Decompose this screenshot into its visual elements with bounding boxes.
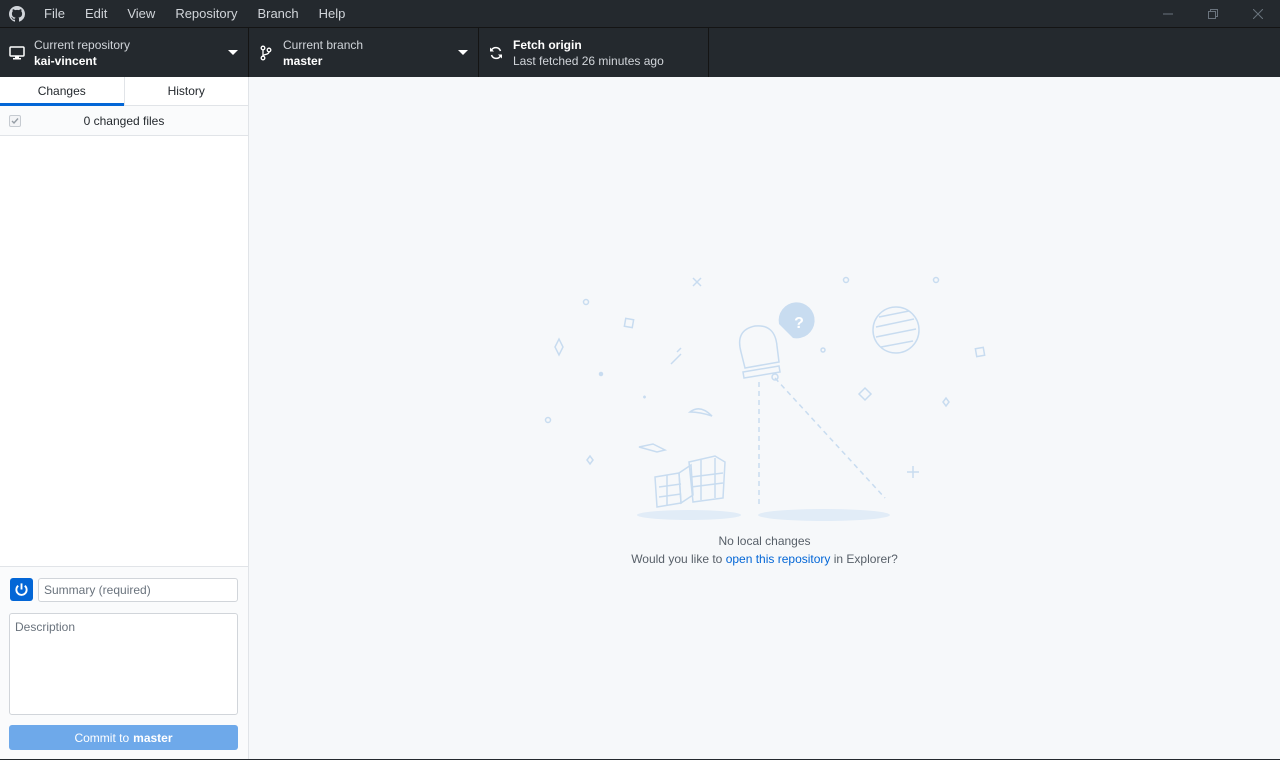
chevron-down-icon bbox=[228, 49, 238, 55]
fetch-origin-title: Fetch origin bbox=[513, 37, 582, 52]
select-all-checkbox[interactable] bbox=[9, 115, 21, 127]
open-repository-link[interactable]: open this repository bbox=[726, 552, 831, 566]
prompt-suffix: in Explorer? bbox=[830, 552, 898, 566]
no-changes-illustration: ? bbox=[544, 276, 986, 521]
description-input[interactable] bbox=[9, 613, 238, 715]
commit-area: Commit to master bbox=[0, 566, 248, 760]
menu-view[interactable]: View bbox=[117, 0, 165, 27]
menu-edit[interactable]: Edit bbox=[75, 0, 117, 27]
changed-files-count: 0 changed files bbox=[83, 113, 165, 128]
chevron-down-icon bbox=[458, 49, 468, 55]
menu-repository[interactable]: Repository bbox=[165, 0, 247, 27]
desktop-icon bbox=[0, 45, 34, 60]
prompt-prefix: Would you like to bbox=[631, 552, 726, 566]
git-branch-icon bbox=[249, 45, 283, 61]
no-changes-message: No local changes Would you like to open … bbox=[249, 532, 1280, 568]
current-repository-value: kai-vincent bbox=[34, 53, 97, 68]
no-changes-title: No local changes bbox=[718, 534, 811, 548]
menu-file[interactable]: File bbox=[34, 0, 75, 27]
sidebar: Changes History 0 changed files Commit t… bbox=[0, 77, 249, 760]
current-branch-label: Current branch bbox=[283, 37, 364, 52]
avatar bbox=[10, 578, 33, 601]
current-branch-button[interactable]: Current branch master bbox=[249, 28, 479, 77]
commit-button-branch: master bbox=[133, 730, 173, 745]
close-icon bbox=[1252, 8, 1263, 19]
menu-branch[interactable]: Branch bbox=[247, 0, 308, 27]
current-branch-text: Current branch master bbox=[283, 37, 363, 69]
menu-bar: File Edit View Repository Branch Help bbox=[34, 0, 355, 27]
restore-button[interactable] bbox=[1190, 0, 1235, 27]
changes-header: 0 changed files bbox=[0, 106, 248, 136]
commit-button-prefix: Commit to bbox=[74, 730, 130, 745]
menu-help[interactable]: Help bbox=[309, 0, 356, 27]
current-repository-text: Current repository kai-vincent bbox=[34, 37, 130, 69]
main-content: ? No local changes Would you like to ope… bbox=[249, 77, 1280, 760]
title-bar: File Edit View Repository Branch Help bbox=[0, 0, 1280, 27]
sidebar-tabs: Changes History bbox=[0, 77, 248, 106]
tab-changes[interactable]: Changes bbox=[0, 77, 124, 106]
restore-icon bbox=[1207, 8, 1218, 19]
fetch-origin-button[interactable]: Fetch origin Last fetched 26 minutes ago bbox=[479, 28, 709, 77]
current-branch-value: master bbox=[283, 53, 323, 68]
current-repository-button[interactable]: Current repository kai-vincent bbox=[0, 28, 249, 77]
fetch-origin-text: Fetch origin Last fetched 26 minutes ago bbox=[513, 37, 664, 69]
close-button[interactable] bbox=[1235, 0, 1280, 27]
minimize-icon bbox=[1162, 13, 1173, 14]
last-fetched-text: Last fetched 26 minutes ago bbox=[513, 53, 664, 68]
github-icon[interactable] bbox=[0, 0, 34, 27]
tab-history[interactable]: History bbox=[123, 77, 249, 105]
summary-input[interactable] bbox=[38, 578, 238, 602]
power-icon bbox=[15, 583, 28, 596]
window-controls bbox=[1145, 0, 1280, 27]
open-repository-prompt: Would you like to open this repository i… bbox=[249, 550, 1280, 568]
current-repository-label: Current repository bbox=[34, 37, 131, 52]
svg-text:?: ? bbox=[794, 315, 804, 332]
toolbar: Current repository kai-vincent Current b… bbox=[0, 27, 1280, 77]
commit-button[interactable]: Commit to master bbox=[9, 725, 238, 750]
sync-icon bbox=[479, 46, 513, 60]
check-icon bbox=[11, 118, 19, 125]
minimize-button[interactable] bbox=[1145, 0, 1190, 27]
